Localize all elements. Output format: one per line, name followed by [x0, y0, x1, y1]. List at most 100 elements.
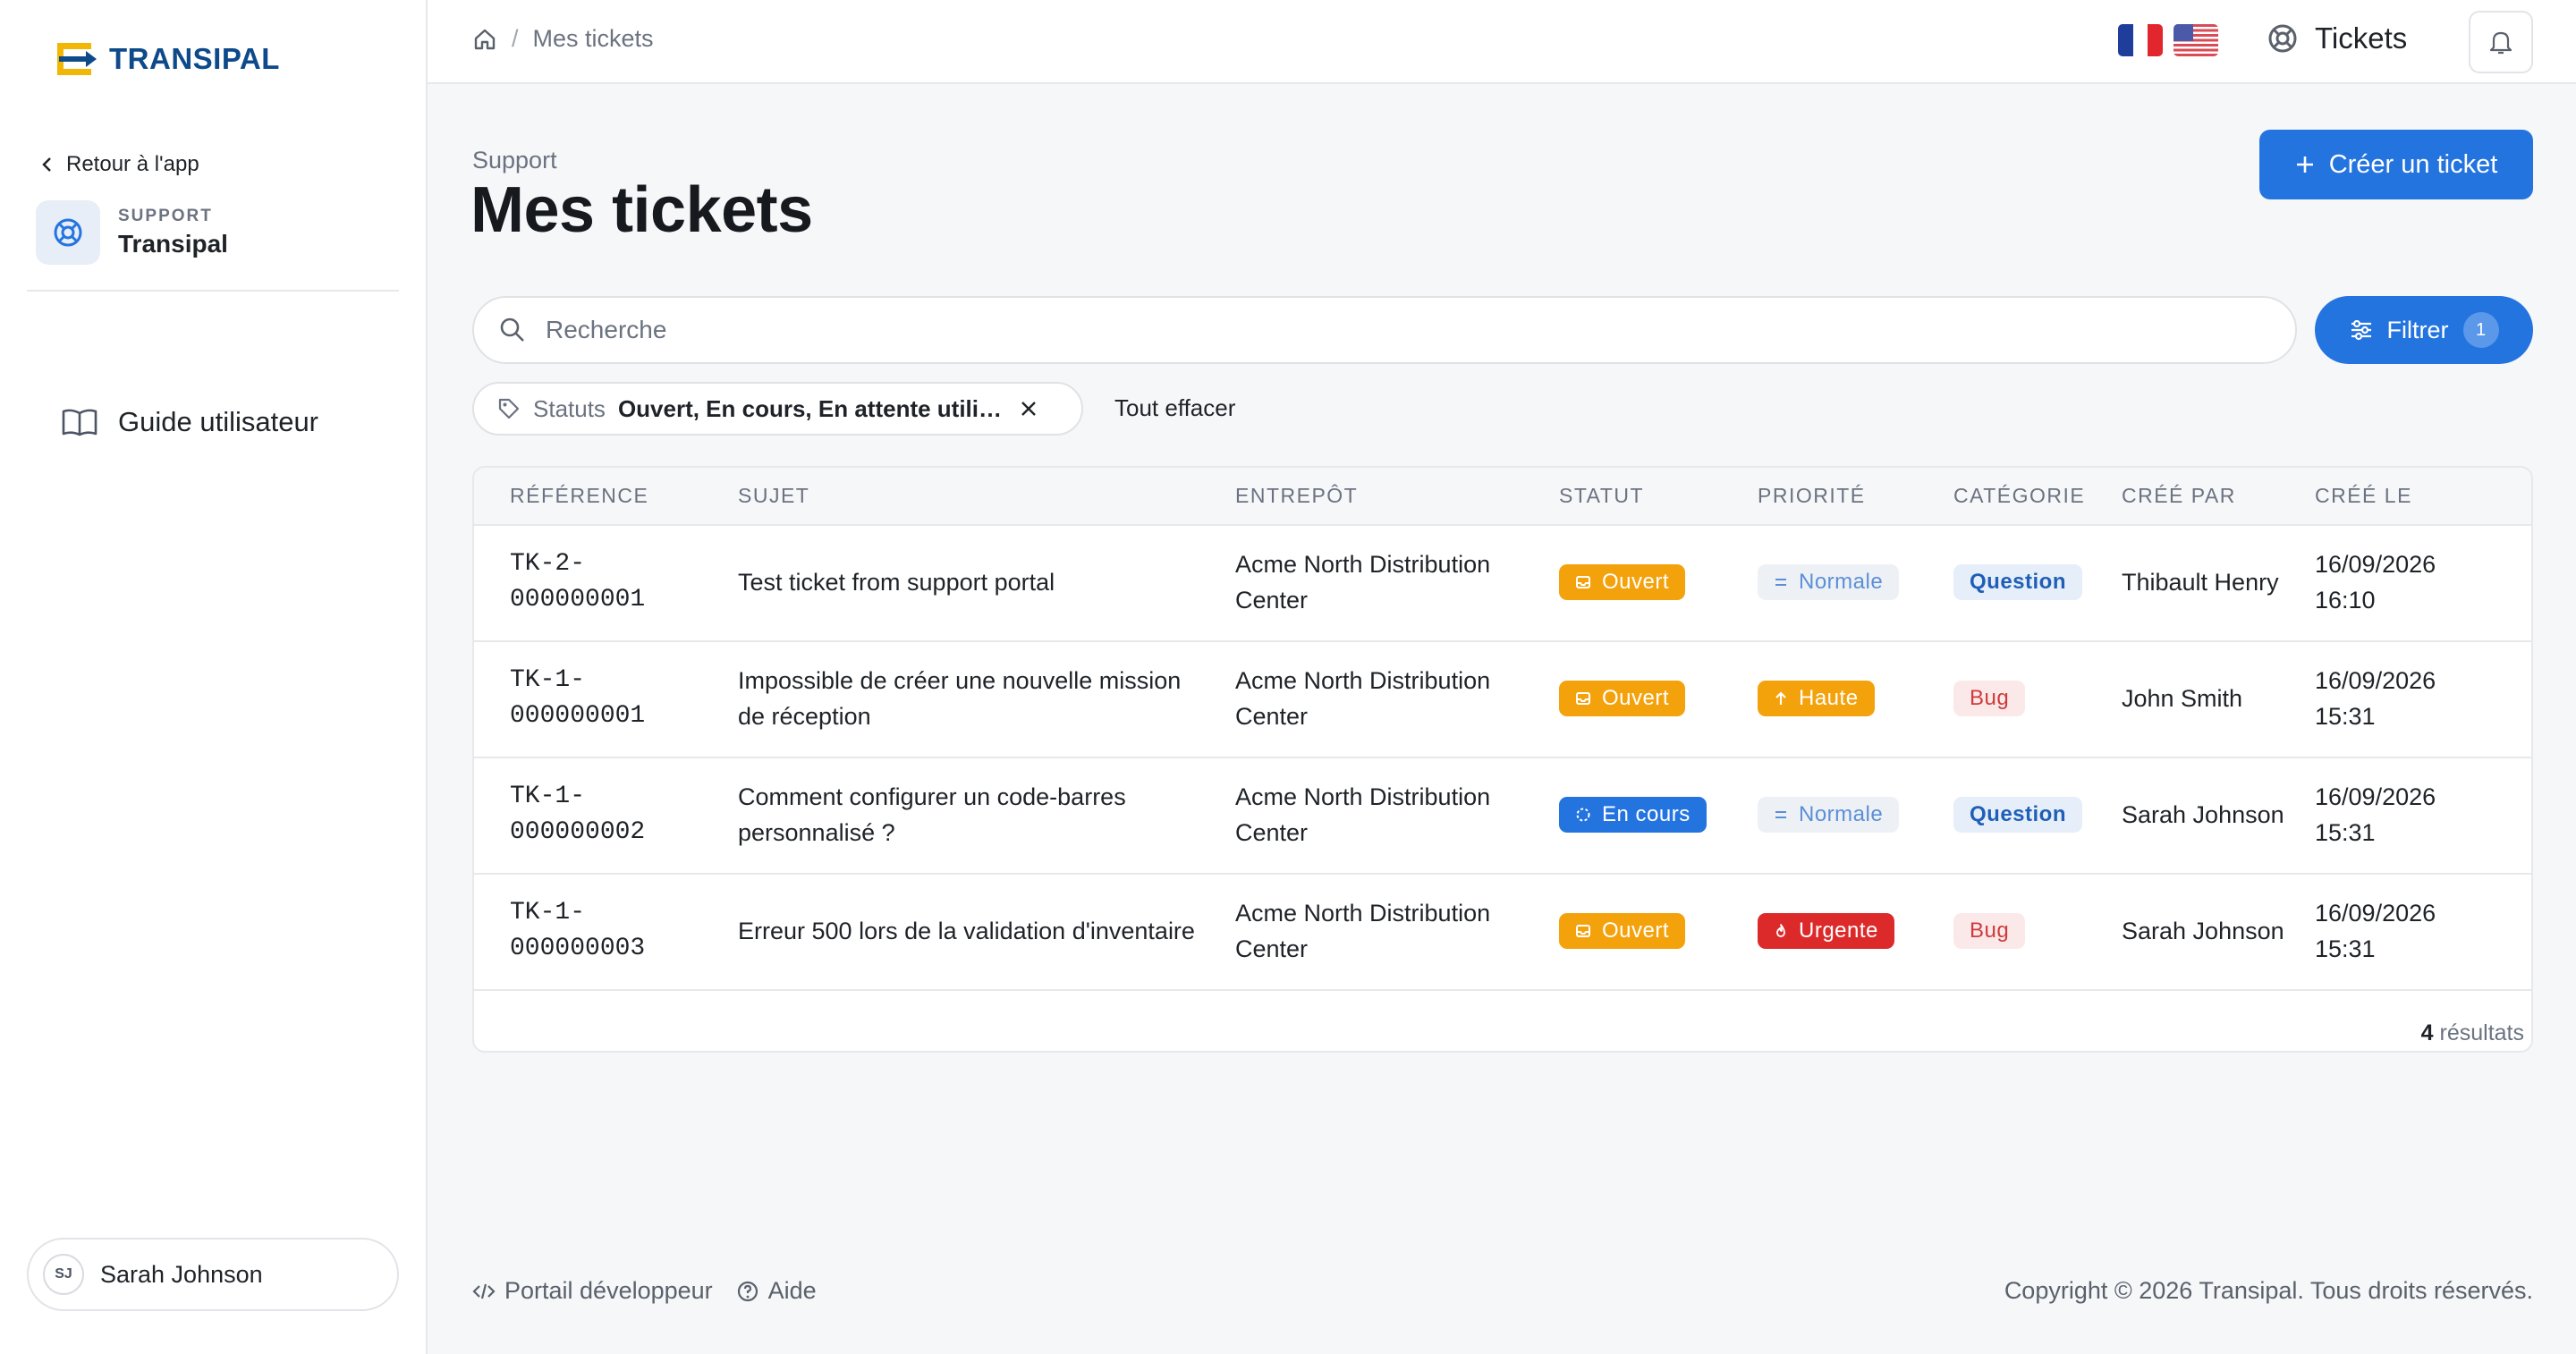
- ticket-created-by: Sarah Johnson: [2122, 801, 2284, 828]
- ticket-created-time: 16:10: [2315, 587, 2376, 614]
- avatar: SJ: [43, 1254, 84, 1295]
- column-header-reference[interactable]: RÉFÉRENCE: [510, 484, 648, 508]
- support-workspace: SUPPORT Transipal: [36, 200, 228, 265]
- category-badge: Question: [1953, 564, 2083, 600]
- column-header-status[interactable]: STATUT: [1559, 484, 1644, 508]
- ticket-warehouse: Acme North Distribution Center: [1235, 667, 1491, 730]
- breadcrumb-separator: /: [512, 25, 519, 52]
- create-ticket-label: Créer un ticket: [2328, 149, 2498, 179]
- category-badge: Question: [1953, 797, 2083, 833]
- top-bar: / Mes tickets Tickets: [428, 0, 2576, 84]
- results-label: résultats: [2439, 1020, 2524, 1045]
- equals-icon: [1775, 811, 1786, 818]
- language-switcher: [2118, 24, 2218, 56]
- ticket-created-by: Thibault Henry: [2122, 569, 2279, 596]
- column-header-created-at[interactable]: CRÉÉ LE: [2315, 484, 2412, 508]
- equals-icon: [1775, 579, 1786, 586]
- active-filter-key: Statuts: [533, 394, 606, 422]
- sidebar-divider: [27, 290, 399, 292]
- priority-label: Haute: [1799, 686, 1859, 710]
- home-icon[interactable]: [472, 27, 497, 52]
- ticket-reference: TK-1-: [510, 899, 586, 927]
- table-row[interactable]: TK-1- 000000002 Comment configurer un cod…: [474, 758, 2531, 875]
- footer-links: Portail développeur Aide: [472, 1277, 817, 1305]
- clear-all-filters-button[interactable]: Tout effacer: [1114, 394, 1235, 422]
- flag-fr-icon[interactable]: [2118, 24, 2163, 56]
- status-label: En cours: [1602, 802, 1690, 826]
- inbox-icon: [1576, 692, 1590, 705]
- lifebuoy-icon: [2268, 24, 2297, 53]
- brand-name: TRANSIPAL: [109, 42, 280, 75]
- filter-button[interactable]: Filtrer 1: [2315, 296, 2533, 364]
- tickets-nav-link[interactable]: Tickets: [2267, 21, 2407, 55]
- active-filter-value: Ouvert, En cours, En attente utilisateur: [617, 394, 1003, 422]
- column-header-warehouse[interactable]: ENTREPÔT: [1235, 484, 1358, 508]
- search-box: [472, 296, 2297, 364]
- filter-count-badge: 1: [2462, 312, 2499, 348]
- ticket-created-by: John Smith: [2122, 685, 2243, 712]
- ticket-subject: Test ticket from support portal: [738, 569, 1055, 596]
- page-kicker: Support: [472, 147, 557, 173]
- sidebar-item-user-guide[interactable]: Guide utilisateur: [61, 406, 318, 438]
- ticket-warehouse: Acme North Distribution Center: [1235, 783, 1491, 846]
- help-link[interactable]: Aide: [736, 1277, 817, 1305]
- ticket-created-time: 15:31: [2315, 935, 2376, 962]
- active-filter-chip[interactable]: Statuts Ouvert, En cours, En attente uti…: [472, 382, 1083, 436]
- close-icon[interactable]: [1019, 399, 1038, 419]
- notifications-button[interactable]: [2469, 11, 2533, 73]
- ticket-subject: Erreur 500 lors de la validation d'inven…: [738, 918, 1195, 944]
- column-header-created-by[interactable]: CRÉÉ PAR: [2122, 484, 2236, 508]
- priority-badge: Normale: [1758, 564, 1900, 600]
- column-header-subject[interactable]: SUJET: [738, 484, 809, 508]
- create-ticket-button[interactable]: Créer un ticket: [2259, 130, 2533, 199]
- status-label: Ouvert: [1602, 570, 1670, 594]
- developer-portal-label: Portail développeur: [504, 1277, 713, 1304]
- table-row[interactable]: TK-1- 000000003 Erreur 500 lors de la val…: [474, 875, 2531, 991]
- flag-us-icon[interactable]: [2174, 24, 2218, 56]
- help-label: Aide: [767, 1277, 817, 1304]
- sidebar: TRANSIPAL Retour à l'app SUPPORT Transip…: [0, 0, 428, 1354]
- plus-icon: [2296, 157, 2313, 173]
- code-icon: [472, 1283, 496, 1299]
- lifebuoy-icon: [36, 200, 100, 265]
- ticket-created-date: 16/09/2026: [2315, 667, 2436, 694]
- priority-badge: Urgente: [1758, 913, 1894, 949]
- priority-label: Normale: [1799, 570, 1884, 594]
- ticket-created-date: 16/09/2026: [2315, 900, 2436, 927]
- category-badge: Bug: [1953, 913, 2026, 949]
- user-menu[interactable]: SJ Sarah Johnson: [27, 1238, 399, 1311]
- column-header-priority[interactable]: PRIORITÉ: [1758, 484, 1866, 508]
- transipal-logo[interactable]: TRANSIPAL: [55, 41, 280, 77]
- ticket-reference-number: 000000001: [510, 586, 646, 614]
- status-label: Ouvert: [1602, 918, 1670, 943]
- bell-icon: [2489, 31, 2512, 55]
- back-to-app-link[interactable]: Retour à l'app: [39, 152, 199, 177]
- table-row[interactable]: TK-1- 000000001 Impossible de créer une n…: [474, 642, 2531, 758]
- help-circle-icon: [737, 1281, 758, 1301]
- support-name: Transipal: [118, 230, 228, 258]
- breadcrumb-current: Mes tickets: [532, 25, 654, 52]
- column-header-category[interactable]: CATÉGORIE: [1953, 484, 2085, 508]
- status-badge: Ouvert: [1559, 681, 1686, 716]
- priority-badge: Normale: [1758, 797, 1900, 833]
- tickets-table: RÉFÉRENCE SUJET ENTREPÔT STATUT PRIORITÉ…: [472, 466, 2533, 1053]
- status-badge: Ouvert: [1559, 913, 1686, 949]
- ticket-reference-number: 000000003: [510, 935, 646, 962]
- tag-icon: [498, 398, 520, 419]
- results-number: 4: [2420, 1020, 2434, 1045]
- search-icon: [500, 317, 524, 342]
- user-name: Sarah Johnson: [100, 1260, 263, 1288]
- tickets-nav-label: Tickets: [2315, 21, 2408, 55]
- developer-portal-link[interactable]: Portail développeur: [472, 1277, 713, 1305]
- ticket-reference-number: 000000001: [510, 702, 646, 730]
- sliders-icon: [2351, 319, 2371, 341]
- search-input[interactable]: [544, 315, 2247, 345]
- ticket-reference-number: 000000002: [510, 818, 646, 846]
- table-row[interactable]: TK-2- 000000001 Test ticket from support …: [474, 526, 2531, 642]
- page-title: Mes tickets: [470, 174, 813, 246]
- ticket-reference: TK-1-: [510, 666, 586, 694]
- status-badge: En cours: [1559, 797, 1707, 833]
- ticket-reference: TK-1-: [510, 783, 586, 810]
- transipal-logo-icon: [57, 43, 97, 75]
- back-to-app-label: Retour à l'app: [66, 152, 199, 176]
